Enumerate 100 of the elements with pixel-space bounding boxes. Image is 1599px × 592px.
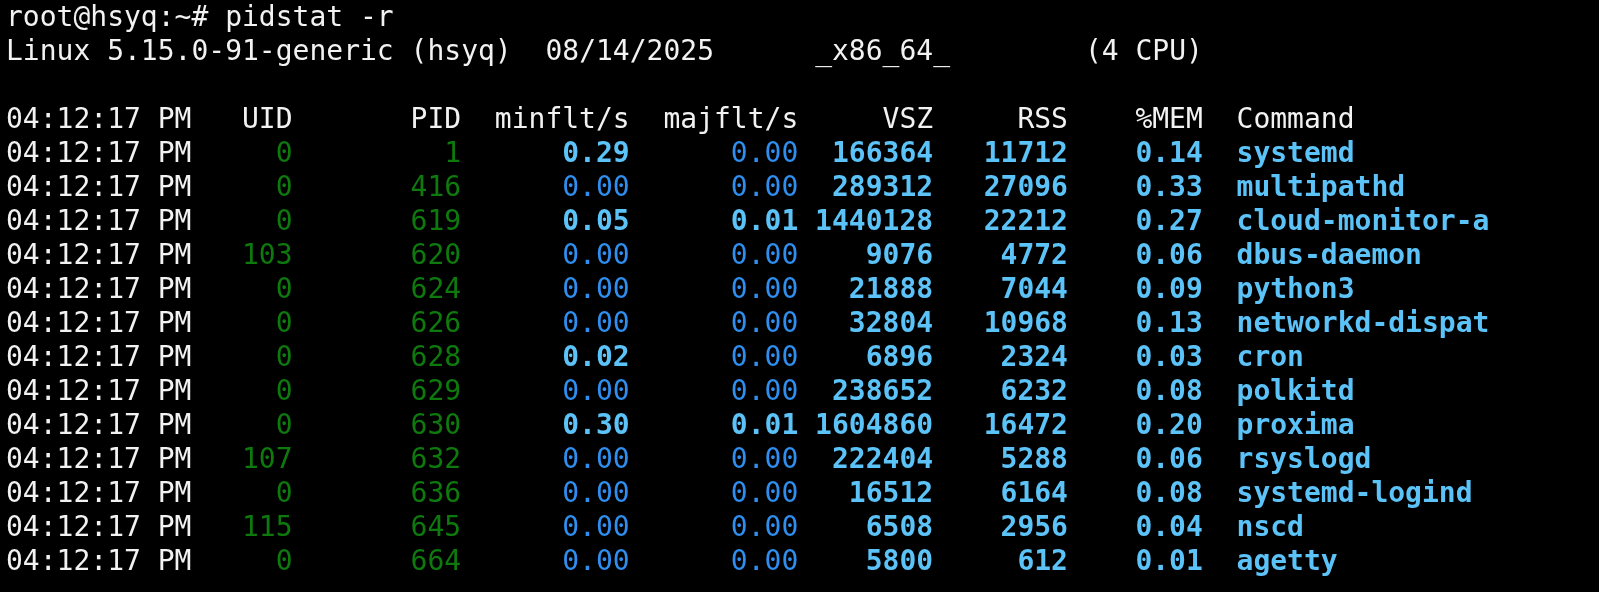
major-fault-rate: 0.01: [729, 408, 799, 442]
memory-percent: 0.09: [1134, 272, 1203, 306]
timestamp: 04:12:17 PM: [6, 306, 192, 340]
memory-percent: 0.01: [1134, 544, 1203, 578]
vsz-value: 222404: [830, 442, 934, 476]
rss-value: 6232: [999, 374, 1068, 408]
pid-value: 664: [409, 544, 462, 578]
memory-percent: 0.08: [1134, 374, 1203, 408]
command-name: systemd: [1236, 136, 1355, 170]
command-name: nscd: [1236, 510, 1304, 544]
major-fault-rate: 0.01: [729, 204, 799, 238]
command-name: multipathd: [1236, 170, 1406, 204]
kernel-info: Linux 5.15.0-91-generic (hsyq): [6, 34, 512, 68]
memory-percent: 0.13: [1134, 306, 1203, 340]
memory-percent: 0.33: [1134, 170, 1203, 204]
major-fault-rate: 0.00: [729, 374, 799, 408]
memory-percent: 0.06: [1134, 442, 1203, 476]
command-name: proxima: [1236, 408, 1355, 442]
command-name: cloud-monitor-a: [1236, 204, 1490, 238]
timestamp: 04:12:17 PM: [6, 442, 192, 476]
minor-fault-rate: 0.00: [561, 272, 630, 306]
rss-value: 2956: [999, 510, 1068, 544]
timestamp: 04:12:17 PM: [6, 476, 192, 510]
pid-value: 624: [409, 272, 462, 306]
vsz-value: 238652: [830, 374, 934, 408]
vsz-value: 9076: [864, 238, 934, 272]
memory-percent: 0.03: [1134, 340, 1203, 374]
uid-value: 0: [274, 204, 293, 238]
major-fault-rate: 0.00: [729, 306, 799, 340]
minor-fault-rate: 0.00: [561, 510, 630, 544]
pid-value: 632: [409, 442, 462, 476]
column-header: majflt/s: [662, 102, 799, 136]
minor-fault-rate: 0.30: [561, 408, 630, 442]
vsz-value: 16512: [847, 476, 934, 510]
rss-value: 2324: [999, 340, 1068, 374]
vsz-value: 5800: [864, 544, 934, 578]
architecture: _x86_64_: [815, 34, 950, 68]
timestamp: 04:12:17 PM: [6, 238, 192, 272]
rss-value: 4772: [999, 238, 1068, 272]
command-name: networkd-dispat: [1236, 306, 1490, 340]
cpu-count: (4 CPU): [1084, 34, 1203, 68]
timestamp: 04:12:17 PM: [6, 272, 192, 306]
command-name: rsyslogd: [1236, 442, 1372, 476]
vsz-value: 1440128: [814, 204, 934, 238]
command-name: dbus-daemon: [1236, 238, 1422, 272]
major-fault-rate: 0.00: [729, 510, 799, 544]
pid-value: 636: [409, 476, 462, 510]
memory-percent: 0.04: [1134, 510, 1203, 544]
major-fault-rate: 0.00: [729, 340, 799, 374]
major-fault-rate: 0.00: [729, 442, 799, 476]
pid-value: 626: [409, 306, 462, 340]
memory-percent: 0.14: [1134, 136, 1203, 170]
timestamp: 04:12:17 PM: [6, 374, 192, 408]
column-header: UID: [241, 102, 293, 136]
pid-value: 645: [409, 510, 462, 544]
rss-value: 5288: [999, 442, 1068, 476]
major-fault-rate: 0.00: [729, 476, 799, 510]
major-fault-rate: 0.00: [729, 544, 799, 578]
vsz-value: 289312: [830, 170, 934, 204]
minor-fault-rate: 0.29: [561, 136, 630, 170]
major-fault-rate: 0.00: [729, 238, 799, 272]
column-header: Command: [1236, 102, 1355, 136]
major-fault-rate: 0.00: [729, 136, 799, 170]
timestamp: 04:12:17 PM: [6, 340, 192, 374]
memory-percent: 0.27: [1134, 204, 1203, 238]
timestamp: 04:12:17 PM: [6, 204, 192, 238]
uid-value: 115: [241, 510, 293, 544]
pid-value: 1: [443, 136, 462, 170]
timestamp: 04:12:17 PM: [6, 408, 192, 442]
rss-value: 16472: [982, 408, 1068, 442]
timestamp: 04:12:17 PM: [6, 510, 192, 544]
vsz-value: 21888: [847, 272, 934, 306]
major-fault-rate: 0.00: [729, 272, 799, 306]
rss-value: 10968: [982, 306, 1068, 340]
command-name: polkitd: [1236, 374, 1355, 408]
uid-value: 0: [274, 340, 293, 374]
uid-value: 103: [241, 238, 293, 272]
vsz-value: 1604860: [814, 408, 934, 442]
rss-value: 612: [1016, 544, 1068, 578]
uid-value: 0: [274, 408, 293, 442]
uid-value: 0: [274, 136, 293, 170]
uid-value: 0: [274, 374, 293, 408]
column-header: 04:12:17 PM: [6, 102, 192, 136]
rss-value: 6164: [999, 476, 1068, 510]
pid-value: 630: [409, 408, 462, 442]
memory-percent: 0.20: [1134, 408, 1203, 442]
timestamp: 04:12:17 PM: [6, 170, 192, 204]
command-name: agetty: [1236, 544, 1338, 578]
minor-fault-rate: 0.00: [561, 306, 630, 340]
minor-fault-rate: 0.00: [561, 476, 630, 510]
column-header: %MEM: [1134, 102, 1203, 136]
pid-value: 619: [409, 204, 462, 238]
uid-value: 0: [274, 306, 293, 340]
column-header: PID: [409, 102, 462, 136]
pid-value: 416: [409, 170, 462, 204]
minor-fault-rate: 0.00: [561, 238, 630, 272]
minor-fault-rate: 0.05: [561, 204, 630, 238]
column-header: minflt/s: [493, 102, 630, 136]
rss-value: 7044: [999, 272, 1068, 306]
uid-value: 0: [274, 170, 293, 204]
